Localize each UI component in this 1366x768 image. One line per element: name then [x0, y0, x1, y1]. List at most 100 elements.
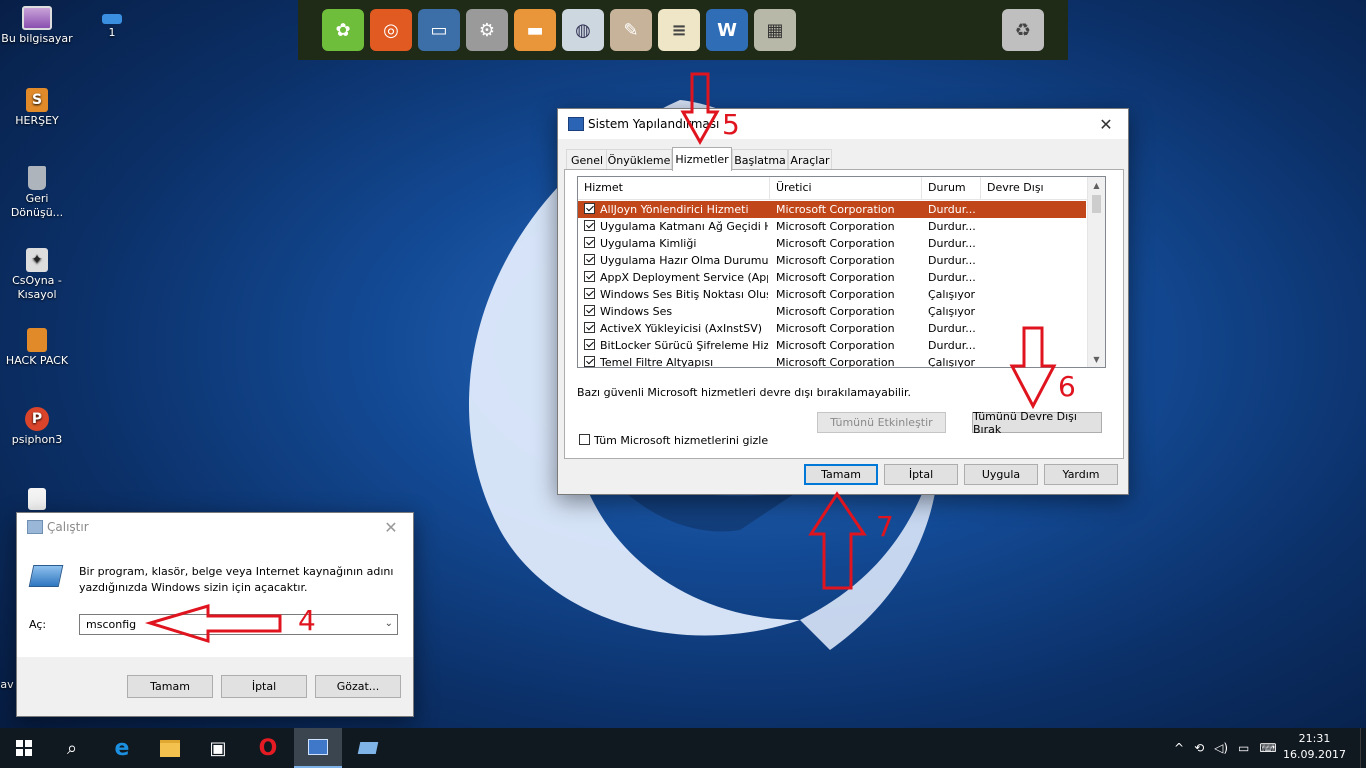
- recycle-bin-icon: [28, 166, 46, 190]
- chevron-down-icon[interactable]: ⌄: [385, 618, 393, 629]
- list-header: Hizmet Üretici Durum Devre Dışı Bırakı..…: [578, 177, 1088, 216]
- service-checkbox[interactable]: [584, 203, 595, 214]
- table-row[interactable]: ActiveX Yükleyicisi (AxInstSV) Microsoft …: [578, 320, 1086, 337]
- annotation-5: 5: [722, 108, 740, 141]
- calculator-icon[interactable]: ▦: [754, 9, 796, 51]
- desktop-icon-document[interactable]: [0, 488, 74, 512]
- scroll-down-icon[interactable]: ▼: [1088, 351, 1105, 367]
- service-vendor: Microsoft Corporation: [776, 220, 895, 233]
- writer-icon[interactable]: W: [706, 9, 748, 51]
- store-icon[interactable]: ▣: [194, 728, 242, 768]
- paint-icon[interactable]: ✎: [610, 9, 652, 51]
- tab-services[interactable]: Hizmetler: [672, 147, 732, 171]
- table-row[interactable]: Windows Ses Bitiş Noktası Oluşt... Micros…: [578, 286, 1086, 303]
- services-list[interactable]: Hizmet Üretici Durum Devre Dışı Bırakı..…: [577, 176, 1106, 368]
- screen-icon[interactable]: ▭: [418, 9, 460, 51]
- opera-icon[interactable]: O: [244, 728, 292, 768]
- desktop-icon-label: Bu bilgisayar: [1, 32, 73, 45]
- window-titlebar[interactable]: Sistem Yapılandırması ✕: [558, 109, 1128, 139]
- service-checkbox[interactable]: [584, 220, 595, 231]
- help-button[interactable]: Yardım: [1044, 464, 1118, 485]
- search-icon[interactable]: ⌕: [48, 728, 96, 768]
- column-status[interactable]: Durum: [922, 177, 981, 199]
- tab-general[interactable]: Genel: [566, 149, 608, 170]
- clock-time: 21:31: [1298, 732, 1331, 745]
- folder-icon[interactable]: ▬: [514, 9, 556, 51]
- ok-button[interactable]: Tamam: [804, 464, 878, 485]
- windows-logo-icon: [16, 740, 32, 756]
- scroll-up-icon[interactable]: ▲: [1088, 177, 1105, 193]
- close-button[interactable]: ✕: [369, 513, 413, 541]
- run-browse-button[interactable]: Gözat...: [315, 675, 401, 698]
- service-checkbox[interactable]: [584, 339, 595, 350]
- column-vendor[interactable]: Üretici: [770, 177, 922, 199]
- service-checkbox[interactable]: [584, 305, 595, 316]
- table-row[interactable]: BitLocker Sürücü Şifreleme Hizmeti Micros…: [578, 337, 1086, 354]
- hide-ms-checkbox[interactable]: [579, 434, 590, 445]
- msconfig-icon: [568, 117, 584, 131]
- disable-all-button[interactable]: Tümünü Devre Dışı Bırak: [972, 410, 1102, 436]
- column-disabled-date[interactable]: Devre Dışı Bırakı...: [981, 177, 1088, 216]
- table-row[interactable]: Windows Ses Microsoft Corporation Çalışıyo…: [578, 303, 1086, 320]
- service-name: Uygulama Hazır Olma Durumu: [600, 254, 768, 267]
- list-scrollbar[interactable]: ▲ ▼: [1087, 177, 1105, 367]
- file-explorer-icon[interactable]: [146, 728, 194, 768]
- scroll-thumb[interactable]: [1092, 195, 1101, 213]
- volume-icon[interactable]: ◁): [1214, 741, 1228, 755]
- clock[interactable]: 21:31 16.09.2017: [1283, 731, 1346, 763]
- tab-startup[interactable]: Başlatma: [732, 149, 788, 170]
- service-checkbox[interactable]: [584, 254, 595, 265]
- enable-all-button[interactable]: Tümünü Etkinleştir: [817, 412, 946, 433]
- settings-gear-icon[interactable]: ✿: [322, 9, 364, 51]
- desktop-icon-psiphon3[interactable]: P psiphon3: [0, 407, 74, 447]
- desktop-icon-label: HERŞEY: [15, 114, 59, 127]
- service-checkbox[interactable]: [584, 271, 595, 282]
- ubuntu-icon[interactable]: ◎: [370, 9, 412, 51]
- shortcut-icon: [102, 14, 122, 24]
- service-vendor: Microsoft Corporation: [776, 203, 895, 216]
- desktop-icon-label: CsOyna - Kısayol: [12, 274, 62, 301]
- table-row[interactable]: Uygulama Hazır Olma Durumu Microsoft Corp…: [578, 252, 1086, 269]
- network-icon[interactable]: ⟲: [1194, 741, 1204, 755]
- table-row[interactable]: Temel Filtre Altyapısı Microsoft Corporat…: [578, 354, 1086, 367]
- service-checkbox[interactable]: [584, 288, 595, 299]
- close-button[interactable]: ✕: [1084, 109, 1128, 139]
- apply-button[interactable]: Uygula: [964, 464, 1038, 485]
- desktop-icon-csoyna[interactable]: ✦ CsOyna - Kısayol: [0, 248, 74, 302]
- table-row[interactable]: AllJoyn Yönlendirici Hizmeti Microsoft Co…: [578, 201, 1086, 218]
- chevron-up-icon[interactable]: ^: [1174, 741, 1184, 755]
- system-gear-icon[interactable]: ⚙: [466, 9, 508, 51]
- table-row[interactable]: AppX Deployment Service (AppX... Microsof…: [578, 269, 1086, 286]
- language-icon[interactable]: ⌨: [1259, 741, 1276, 755]
- open-label: Aç:: [29, 618, 47, 631]
- run-taskbar-icon[interactable]: [344, 728, 392, 768]
- desktop-icon-hack-pack[interactable]: HACK PACK: [0, 328, 74, 368]
- service-status: Durdur...: [928, 203, 976, 216]
- msconfig-taskbar-icon[interactable]: [294, 728, 342, 768]
- browser-icon[interactable]: ◍: [562, 9, 604, 51]
- run-titlebar[interactable]: Çalıştır ✕: [17, 513, 413, 541]
- service-checkbox[interactable]: [584, 237, 595, 248]
- run-ok-button[interactable]: Tamam: [127, 675, 213, 698]
- table-row[interactable]: Uygulama Katmanı Ağ Geçidi Hiz... Microso…: [578, 218, 1086, 235]
- battery-icon[interactable]: ▭: [1238, 741, 1249, 755]
- tab-tools[interactable]: Araçlar: [788, 149, 832, 170]
- table-row[interactable]: Uygulama Kimliği Microsoft Corporation Dur…: [578, 235, 1086, 252]
- service-checkbox[interactable]: [584, 356, 595, 367]
- desktop-icon-1[interactable]: 1: [75, 14, 149, 40]
- cancel-button[interactable]: İptal: [884, 464, 958, 485]
- desktop-icon-recycle-bin[interactable]: Geri Dönüşü...: [0, 166, 74, 220]
- desktop-icon-label: av: [0, 678, 14, 691]
- start-button[interactable]: [0, 728, 48, 768]
- edge-icon[interactable]: e: [98, 728, 146, 768]
- notepad-icon[interactable]: ≡: [658, 9, 700, 51]
- desktop-icon-hersey[interactable]: S HERŞEY: [0, 88, 74, 128]
- run-command-input[interactable]: msconfig ⌄: [79, 614, 398, 635]
- trash-icon[interactable]: ♻: [1002, 9, 1044, 51]
- desktop-icon-this-pc[interactable]: Bu bilgisayar: [0, 6, 74, 46]
- tab-boot[interactable]: Önyükleme: [606, 149, 672, 170]
- service-checkbox[interactable]: [584, 322, 595, 333]
- show-desktop-button[interactable]: [1360, 728, 1366, 768]
- column-service[interactable]: Hizmet: [578, 177, 770, 199]
- run-cancel-button[interactable]: İptal: [221, 675, 307, 698]
